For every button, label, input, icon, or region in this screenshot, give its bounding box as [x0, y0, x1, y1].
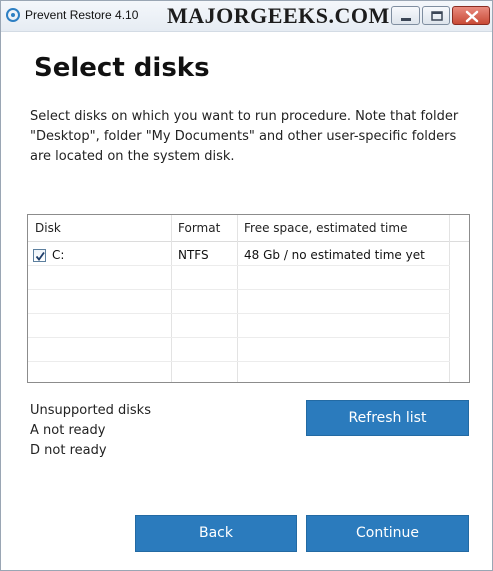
checkmark-icon [35, 251, 45, 261]
close-button[interactable] [452, 6, 490, 25]
row-divider [28, 361, 450, 362]
app-icon [6, 8, 20, 22]
maximize-button[interactable] [422, 6, 450, 25]
unsupported-item: D not ready [30, 443, 107, 458]
row-divider [28, 313, 450, 314]
back-button[interactable]: Back [135, 515, 297, 552]
table-header: Disk Format Free space, estimated time [28, 215, 469, 242]
unsupported-disks: Unsupported disks A not ready D not read… [30, 401, 151, 461]
refresh-list-button[interactable]: Refresh list [306, 400, 469, 436]
column-divider [449, 215, 450, 382]
unsupported-title: Unsupported disks [30, 403, 151, 418]
description-line: Select disks on which you want to run pr… [30, 109, 459, 124]
page-title: Select disks [34, 53, 210, 83]
disk-table[interactable]: Disk Format Free space, estimated time C… [27, 214, 470, 383]
disk-free-space: 48 Gb / no estimated time yet [244, 248, 425, 262]
close-icon [465, 10, 479, 23]
column-header-free-space[interactable]: Free space, estimated time [244, 221, 407, 235]
row-divider [28, 337, 450, 338]
column-divider [237, 215, 238, 382]
minimize-icon [401, 18, 411, 21]
app-window: Prevent Restore 4.10 MAJORGEEKS.COM Sele… [0, 0, 493, 571]
minimize-button[interactable] [391, 6, 420, 25]
watermark: MAJORGEEKS.COM [167, 3, 390, 28]
disk-checkbox[interactable] [33, 249, 46, 262]
title-bar[interactable]: Prevent Restore 4.10 MAJORGEEKS.COM [1, 1, 492, 32]
row-divider [28, 289, 450, 290]
description-line: "Desktop", folder "My Documents" and oth… [30, 129, 457, 144]
maximize-icon [431, 11, 443, 21]
column-divider [171, 215, 172, 382]
disk-format: NTFS [178, 248, 209, 262]
column-header-disk[interactable]: Disk [35, 221, 61, 235]
column-header-format[interactable]: Format [178, 221, 220, 235]
window-title: Prevent Restore 4.10 [25, 8, 139, 22]
continue-button[interactable]: Continue [306, 515, 469, 552]
unsupported-item: A not ready [30, 423, 106, 438]
disk-name: C: [52, 248, 65, 262]
row-divider [28, 265, 450, 266]
description-line: are located on the system disk. [30, 149, 235, 164]
page-description: Select disks on which you want to run pr… [30, 107, 470, 167]
